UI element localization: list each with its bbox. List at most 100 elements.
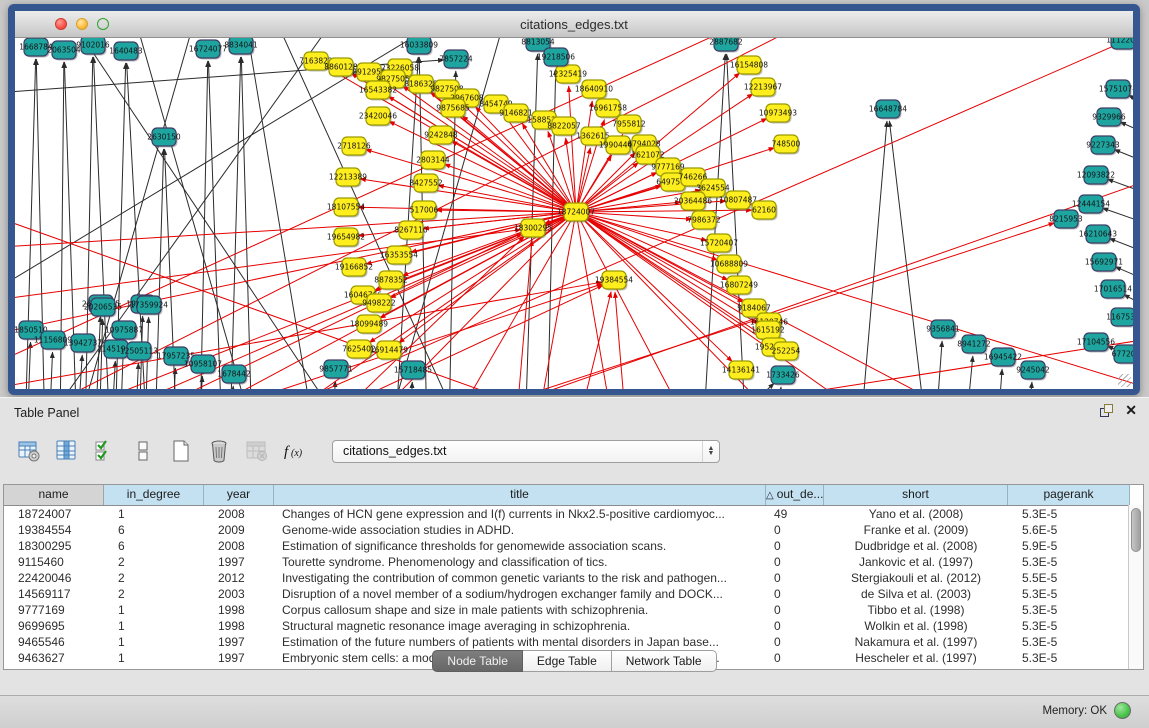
- delete-table-icon[interactable]: [244, 438, 270, 464]
- cell-title[interactable]: Investigating the contribution of common…: [274, 570, 766, 586]
- cell-in_degree[interactable]: 2: [104, 570, 204, 586]
- cell-name[interactable]: 9777169: [4, 602, 104, 618]
- cell-in_degree[interactable]: 2: [104, 586, 204, 602]
- graph-node-teal[interactable]: 9227343: [1086, 136, 1120, 156]
- graph-node-teal[interactable]: 2630150: [147, 128, 181, 148]
- table-select-dropdown[interactable]: citations_edges.txt ▲▼: [332, 440, 720, 463]
- cell-pagerank[interactable]: 5.3E-5: [1008, 554, 1130, 570]
- cell-pagerank[interactable]: 5.3E-5: [1008, 634, 1130, 650]
- graph-node-yellow[interactable]: 12325419: [549, 65, 587, 85]
- graph-node-teal[interactable]: 8834041: [224, 38, 258, 56]
- cell-out_de[interactable]: 0: [766, 554, 824, 570]
- graph-node-yellow[interactable]: 19384554: [595, 271, 633, 291]
- table-row[interactable]: 911546021997Tourette syndrome. Phenomeno…: [4, 554, 1143, 570]
- cell-name[interactable]: 9465546: [4, 634, 104, 650]
- cell-name[interactable]: 9699695: [4, 618, 104, 634]
- graph-node-teal[interactable]: 7857224: [439, 50, 473, 70]
- cell-out_de[interactable]: 0: [766, 602, 824, 618]
- table-row[interactable]: 1938455462009Genome-wide association stu…: [4, 522, 1143, 538]
- graph-node-yellow[interactable]: 14136141: [722, 361, 760, 381]
- graph-node-yellow[interactable]: 12213389: [329, 168, 367, 188]
- graph-node-teal[interactable]: 16724077: [189, 40, 227, 60]
- cell-title[interactable]: Genome-wide association studies in ADHD.: [274, 522, 766, 538]
- cell-pagerank[interactable]: 5.6E-5: [1008, 522, 1130, 538]
- column-header-out_de[interactable]: △out_de...: [766, 485, 824, 505]
- graph-node-teal[interactable]: 677204: [1112, 345, 1133, 365]
- float-panel-icon[interactable]: [1100, 404, 1113, 417]
- close-panel-icon[interactable]: ✕: [1125, 404, 1137, 417]
- select-columns-icon[interactable]: [92, 438, 118, 464]
- window-resize-grip[interactable]: [1118, 374, 1131, 387]
- graph-node-yellow[interactable]: 16154808: [730, 56, 768, 76]
- network-graph[interactable]: 1872400771638228860128891295423226058982…: [15, 38, 1133, 389]
- cell-short[interactable]: Jankovic et al. (1997): [824, 554, 1008, 570]
- graph-node-yellow[interactable]: 9875685: [436, 99, 470, 119]
- cell-year[interactable]: 2009: [204, 522, 274, 538]
- table-row[interactable]: 2242004622012Investigating the contribut…: [4, 570, 1143, 586]
- graph-node-teal[interactable]: 16210643: [1079, 225, 1117, 245]
- network-canvas[interactable]: 1872400771638228860128891295423226058982…: [15, 38, 1133, 389]
- graph-node-yellow[interactable]: 18300295: [514, 219, 552, 239]
- cell-in_degree[interactable]: 1: [104, 634, 204, 650]
- column-header-pagerank[interactable]: pagerank: [1008, 485, 1130, 505]
- cell-name[interactable]: 22420046: [4, 570, 104, 586]
- graph-node-yellow[interactable]: 517006: [410, 201, 439, 221]
- table-row[interactable]: 969969511998Structural magnetic resonanc…: [4, 618, 1143, 634]
- cell-out_de[interactable]: 0: [766, 586, 824, 602]
- cell-in_degree[interactable]: 1: [104, 602, 204, 618]
- graph-node-teal[interactable]: 8215953: [1049, 210, 1083, 230]
- scrollbar-thumb[interactable]: [1131, 508, 1141, 552]
- cell-name[interactable]: 9115460: [4, 554, 104, 570]
- cell-in_degree[interactable]: 6: [104, 522, 204, 538]
- cell-pagerank[interactable]: 5.3E-5: [1008, 506, 1130, 522]
- graph-node-teal[interactable]: 1733426: [766, 366, 800, 386]
- cell-short[interactable]: Franke et al. (2009): [824, 522, 1008, 538]
- graph-node-yellow[interactable]: 10973493: [759, 104, 797, 124]
- table-settings-icon[interactable]: [16, 438, 42, 464]
- cell-year[interactable]: 1998: [204, 602, 274, 618]
- cell-short[interactable]: de Silva et al. (2003): [824, 586, 1008, 602]
- cell-year[interactable]: 1997: [204, 634, 274, 650]
- graph-node-yellow[interactable]: 10688809: [710, 255, 748, 275]
- graph-node-yellow[interactable]: 8267110: [394, 221, 428, 241]
- graph-node-teal[interactable]: 9329966: [1092, 108, 1126, 128]
- graph-node-teal[interactable]: 10975887: [105, 321, 143, 341]
- cell-out_de[interactable]: 0: [766, 522, 824, 538]
- cell-year[interactable]: 2003: [204, 586, 274, 602]
- graph-node-yellow[interactable]: 9242848: [424, 126, 458, 146]
- row-height-icon[interactable]: [130, 438, 156, 464]
- cell-in_degree[interactable]: 1: [104, 618, 204, 634]
- window-titlebar[interactable]: citations_edges.txt: [15, 11, 1133, 38]
- graph-node-yellow[interactable]: 62160: [752, 201, 778, 221]
- delete-column-icon[interactable]: [206, 438, 232, 464]
- zoom-window-button[interactable]: [97, 18, 109, 30]
- cell-title[interactable]: Estimation of significance thresholds fo…: [274, 538, 766, 554]
- cell-out_de[interactable]: 0: [766, 618, 824, 634]
- graph-node-teal[interactable]: 9356841: [926, 320, 960, 340]
- cell-title[interactable]: Changes of HCN gene expression and I(f) …: [274, 506, 766, 522]
- cell-pagerank[interactable]: 5.3E-5: [1008, 586, 1130, 602]
- graph-node-yellow[interactable]: 18107554: [327, 198, 365, 218]
- cell-year[interactable]: 2008: [204, 538, 274, 554]
- graph-node-teal[interactable]: 1678442: [217, 365, 251, 385]
- graph-node-teal[interactable]: 16033809: [400, 38, 438, 56]
- cell-pagerank[interactable]: 5.3E-5: [1008, 618, 1130, 634]
- graph-node-teal[interactable]: 16648784: [869, 100, 907, 120]
- new-column-icon[interactable]: [168, 438, 194, 464]
- cell-title[interactable]: Tourette syndrome. Phenomenology and cla…: [274, 554, 766, 570]
- tab-edge-table[interactable]: Edge Table: [523, 650, 612, 672]
- table-row[interactable]: 1872400712008Changes of HCN gene express…: [4, 506, 1143, 522]
- cell-year[interactable]: 1998: [204, 618, 274, 634]
- table-row[interactable]: 1456911722003Disruption of a novel membe…: [4, 586, 1143, 602]
- cell-short[interactable]: Stergiakouli et al. (2012): [824, 570, 1008, 586]
- cell-short[interactable]: Tibbo et al. (1998): [824, 602, 1008, 618]
- graph-node-teal[interactable]: 2887682: [709, 38, 743, 53]
- column-header-name[interactable]: name: [4, 485, 104, 505]
- graph-node-yellow[interactable]: 8427552: [409, 174, 443, 194]
- graph-node-teal[interactable]: 15751074: [1099, 80, 1133, 100]
- cell-in_degree[interactable]: 6: [104, 538, 204, 554]
- column-header-year[interactable]: year: [204, 485, 274, 505]
- cell-name[interactable]: 18300295: [4, 538, 104, 554]
- graph-node-teal[interactable]: 1167533: [1106, 308, 1133, 328]
- graph-node-yellow[interactable]: 9498222: [362, 294, 396, 314]
